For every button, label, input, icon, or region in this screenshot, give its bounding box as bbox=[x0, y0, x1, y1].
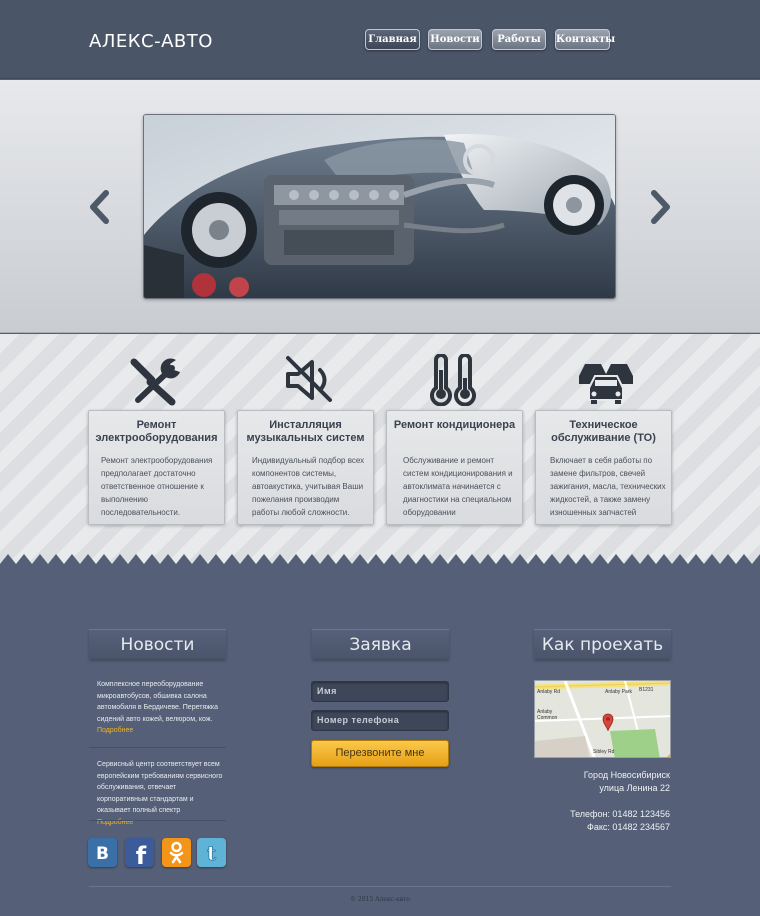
service-card-audio[interactable]: Инсталляция музыкальных систем Индивидуа… bbox=[237, 410, 374, 525]
callback-button[interactable]: Перезвоните мне bbox=[311, 740, 449, 767]
phone-field[interactable]: Номер телефона bbox=[311, 710, 449, 731]
service-title: Ремонт кондиционера bbox=[393, 419, 516, 431]
services-section: Ремонт электрооборудования Ремонт электр… bbox=[0, 334, 760, 564]
news-divider bbox=[89, 747, 226, 748]
speaker-muted-icon bbox=[286, 356, 332, 402]
nav-contacts[interactable]: Контакты bbox=[555, 29, 615, 50]
chevron-right-icon[interactable] bbox=[650, 190, 672, 224]
news-text: Сервисный центр соответствует всем европ… bbox=[97, 761, 223, 814]
copyright: © 2015 Алекс-авто bbox=[349, 896, 410, 903]
address-street: улица Ленина 22 bbox=[599, 783, 670, 793]
service-card-aircon[interactable]: Ремонт кондиционера Обслуживание и ремон… bbox=[386, 410, 523, 525]
map-label: Anlaby Rd bbox=[537, 689, 561, 695]
news-text: Комплексное переоборудование микроавтобу… bbox=[97, 681, 219, 723]
address-city: Город Новосибириск bbox=[583, 770, 670, 780]
service-text: Ремонт электрооборудования предполагает … bbox=[101, 456, 213, 517]
wrench-screwdriver-icon bbox=[130, 358, 180, 406]
service-card-maintenance[interactable]: Техническое обслуживание (ТО) Включает в… bbox=[535, 410, 672, 525]
contact-phone: Телефон: 01482 123456 bbox=[570, 809, 670, 819]
svg-text:B: B bbox=[96, 844, 109, 864]
cars-icon bbox=[579, 364, 633, 404]
service-text: Включает в себя работы по замене фильтро… bbox=[550, 456, 666, 517]
map-label: Anlaby Common bbox=[537, 709, 558, 721]
chevron-left-icon[interactable] bbox=[88, 190, 110, 224]
news-heading: Новости bbox=[89, 629, 226, 659]
service-text: Обслуживание и ремонт систем кондиционир… bbox=[403, 456, 513, 517]
order-heading: Заявка bbox=[312, 629, 449, 659]
nav-works[interactable]: Работы bbox=[492, 29, 546, 50]
service-title: Инсталляция музыкальных систем bbox=[246, 419, 365, 444]
news-item[interactable]: Комплексное переоборудование микроавтобу… bbox=[97, 679, 227, 737]
car-engine-illustration bbox=[144, 115, 615, 298]
news-divider bbox=[89, 820, 226, 821]
vk-icon[interactable]: B bbox=[88, 838, 117, 867]
footer-divider bbox=[89, 886, 671, 887]
news-more-link[interactable]: Подробнее bbox=[97, 727, 133, 734]
directions-heading: Как проехать bbox=[534, 629, 671, 659]
map-label: Anlaby Park bbox=[605, 689, 632, 695]
slide-image[interactable] bbox=[143, 114, 616, 299]
twitter-icon[interactable]: t bbox=[197, 838, 226, 867]
contact-fax: Факс: 01482 234567 bbox=[587, 822, 670, 832]
service-text: Индивидуальный подбор всех компонентов с… bbox=[252, 456, 365, 517]
service-title: Ремонт электрооборудования bbox=[95, 419, 218, 444]
svg-text:t: t bbox=[207, 841, 217, 865]
service-title: Техническое обслуживание (ТО) bbox=[551, 419, 656, 444]
service-card-electrics[interactable]: Ремонт электрооборудования Ремонт электр… bbox=[88, 410, 225, 525]
location-map[interactable]: Anlaby Park Anlaby Common B1231 Anlaby R… bbox=[534, 680, 671, 758]
news-item[interactable]: Сервисный центр соответствует всем европ… bbox=[97, 759, 227, 828]
thermometers-icon bbox=[430, 354, 476, 406]
map-label: B1231 bbox=[639, 687, 654, 693]
zigzag-divider bbox=[0, 554, 760, 578]
nav-news[interactable]: Новости bbox=[428, 29, 482, 50]
name-field[interactable]: Имя bbox=[311, 681, 449, 702]
odnoklassniki-icon[interactable] bbox=[162, 838, 191, 867]
hero-slider bbox=[0, 80, 760, 333]
nav-home[interactable]: Главная bbox=[365, 29, 420, 50]
facebook-icon[interactable]: f bbox=[125, 838, 154, 870]
main-nav: Главная Новости Работы Контакты bbox=[0, 29, 760, 51]
map-label: Sibley Rd bbox=[593, 749, 615, 755]
svg-text:f: f bbox=[136, 842, 147, 867]
site-header: АЛЕКС-АВТО Главная Новости Работы Контак… bbox=[0, 0, 760, 79]
